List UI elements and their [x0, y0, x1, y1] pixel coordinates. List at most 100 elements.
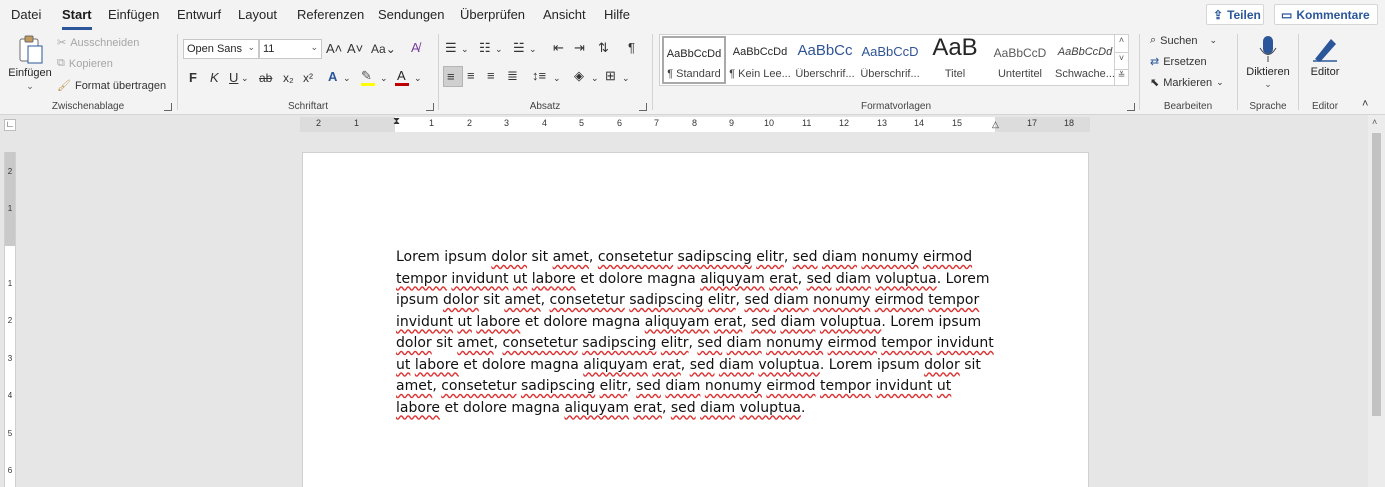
clear-formatting-icon[interactable]: A̸	[411, 40, 420, 56]
misspelled-word[interactable]: sadipscing	[521, 378, 595, 394]
misspelled-word[interactable]: consetetur	[441, 378, 516, 394]
misspelled-word[interactable]: ut	[396, 357, 410, 373]
tab-sendungen[interactable]: Sendungen	[378, 7, 445, 22]
misspelled-word[interactable]: amet	[396, 378, 432, 394]
misspelled-word[interactable]: voluptua	[820, 314, 881, 330]
misspelled-word[interactable]: sadipscing	[582, 335, 656, 351]
chevron-down-icon[interactable]: ⌄	[622, 70, 630, 86]
line-spacing-icon[interactable]: ↕≡	[532, 68, 546, 84]
style-kein-leerraum[interactable]: AaBbCcDd ¶ Kein Lee...	[728, 36, 792, 84]
scrollbar-thumb[interactable]	[1372, 133, 1381, 416]
misspelled-word[interactable]: sed	[793, 249, 818, 265]
tab-entwurf[interactable]: Entwurf	[177, 7, 221, 22]
misspelled-word[interactable]: voluptua	[758, 357, 819, 373]
pilcrow-icon[interactable]: ¶	[628, 40, 635, 56]
misspelled-word[interactable]: amet	[457, 335, 493, 351]
misspelled-word[interactable]: tempor	[881, 335, 932, 351]
misspelled-word[interactable]: sed	[697, 335, 722, 351]
tab-layout[interactable]: Layout	[238, 7, 277, 22]
paragraph-launcher[interactable]	[639, 103, 647, 111]
shrink-font-icon[interactable]: A˅	[347, 41, 363, 57]
misspelled-word[interactable]: invidunt	[875, 378, 932, 394]
indent-marker-icon[interactable]: ⧗	[393, 116, 400, 127]
chevron-down-icon[interactable]: ⌄	[591, 70, 599, 86]
strikethrough-button[interactable]: ab	[259, 70, 272, 86]
misspelled-word[interactable]: tempor	[820, 378, 871, 394]
misspelled-word[interactable]: sadipscing	[629, 292, 703, 308]
misspelled-word[interactable]: voluptua	[740, 400, 801, 416]
misspelled-word[interactable]: labore	[396, 400, 440, 416]
chevron-down-icon[interactable]: ⌄	[529, 41, 537, 57]
misspelled-word[interactable]: sed	[671, 400, 696, 416]
misspelled-word[interactable]: dolor	[491, 249, 527, 265]
chevron-down-icon[interactable]: ⌄	[495, 41, 503, 57]
misspelled-word[interactable]: nonumy	[813, 292, 870, 308]
style-standard[interactable]: AaBbCcDd ¶ Standard	[662, 36, 726, 84]
gallery-scroll-down-icon[interactable]: ˅	[1114, 52, 1128, 69]
misspelled-word[interactable]: eirmod	[766, 378, 815, 394]
misspelled-word[interactable]: erat	[634, 400, 662, 416]
misspelled-word[interactable]: amet	[553, 249, 589, 265]
misspelled-word[interactable]: aliquyam	[645, 314, 710, 330]
misspelled-word[interactable]: tempor	[396, 271, 447, 287]
comments-button[interactable]: ▭ Kommentare	[1274, 4, 1378, 25]
scroll-up-icon[interactable]: ˄	[1372, 117, 1377, 127]
style-title[interactable]: AaB Titel	[923, 34, 987, 84]
misspelled-word[interactable]: invidunt	[396, 314, 453, 330]
grow-font-icon[interactable]: A˄	[326, 41, 342, 57]
tab-referenzen[interactable]: Referenzen	[297, 7, 364, 22]
misspelled-word[interactable]: diam	[719, 357, 754, 373]
style-subtle-emphasis[interactable]: AaBbCcDd Schwache...	[1053, 36, 1117, 84]
misspelled-word[interactable]: erat	[714, 314, 742, 330]
misspelled-word[interactable]: dolor	[443, 292, 479, 308]
misspelled-word[interactable]: sed	[690, 357, 715, 373]
misspelled-word[interactable]: sed	[636, 378, 661, 394]
style-heading-2[interactable]: AaBbCcD Überschrif...	[858, 36, 922, 84]
change-case-button[interactable]: Aa⌄	[371, 41, 396, 57]
justify-icon[interactable]: ≣	[507, 68, 518, 84]
misspelled-word[interactable]: eirmod	[923, 249, 972, 265]
misspelled-word[interactable]: ut	[458, 314, 472, 330]
underline-button[interactable]: U	[229, 70, 238, 86]
misspelled-word[interactable]: erat	[769, 271, 797, 287]
numbering-icon[interactable]: ☷	[479, 40, 491, 56]
misspelled-word[interactable]: dolor	[396, 335, 432, 351]
chevron-down-icon[interactable]: ⌄	[8, 81, 52, 92]
misspelled-word[interactable]: erat	[652, 357, 680, 373]
misspelled-word[interactable]: aliquyam	[700, 271, 765, 287]
tab-ueberpruefen[interactable]: Überprüfen	[460, 7, 525, 22]
vertical-ruler[interactable]: 2 1 1 2 3 4 5 6	[4, 152, 16, 487]
misspelled-word[interactable]: consetetur	[550, 292, 625, 308]
font-size-select[interactable]: 11 ⌄	[259, 39, 322, 59]
gallery-more-icon[interactable]: ≚	[1114, 69, 1128, 86]
copy-button[interactable]: ⧉ Kopieren	[57, 57, 113, 70]
misspelled-word[interactable]: diam	[665, 378, 700, 394]
shading-icon[interactable]: ◈	[574, 68, 584, 84]
misspelled-word[interactable]: eirmod	[828, 335, 877, 351]
misspelled-word[interactable]: sadipscing	[678, 249, 752, 265]
style-subtitle[interactable]: AaBbCcD Untertitel	[988, 36, 1052, 84]
select-button[interactable]: ⬉ Markieren ⌄	[1150, 76, 1224, 90]
editor-button[interactable]: Editor	[1301, 33, 1349, 83]
document-body[interactable]: Lorem ipsum dolor sit amet, consetetur s…	[396, 247, 996, 419]
vertical-scrollbar[interactable]: ˄	[1368, 115, 1385, 487]
misspelled-word[interactable]: ut	[937, 378, 951, 394]
misspelled-word[interactable]: nonumy	[705, 378, 762, 394]
tab-start[interactable]: Start	[62, 7, 92, 30]
style-heading-1[interactable]: AaBbCc Überschrif...	[793, 36, 857, 84]
chevron-down-icon[interactable]: ⌄	[553, 70, 561, 86]
tab-datei[interactable]: Datei	[11, 7, 41, 22]
replace-button[interactable]: ⇄ Ersetzen	[1150, 55, 1207, 69]
tab-einfuegen[interactable]: Einfügen	[108, 7, 159, 22]
increase-indent-icon[interactable]: ⇥	[574, 40, 585, 56]
misspelled-word[interactable]: dolor	[924, 357, 960, 373]
bold-button[interactable]: F	[189, 70, 197, 86]
misspelled-word[interactable]: tempor	[928, 292, 979, 308]
font-family-select[interactable]: Open Sans ⌄	[183, 39, 259, 59]
misspelled-word[interactable]: sed	[751, 314, 776, 330]
find-button[interactable]: ⌕ Suchen ⌄	[1150, 34, 1217, 47]
share-button[interactable]: ⇪ Teilen	[1206, 4, 1264, 25]
multilevel-list-icon[interactable]: ☱	[513, 40, 525, 56]
align-left-button[interactable]: ≡	[443, 66, 463, 87]
misspelled-word[interactable]: elitr	[600, 378, 628, 394]
